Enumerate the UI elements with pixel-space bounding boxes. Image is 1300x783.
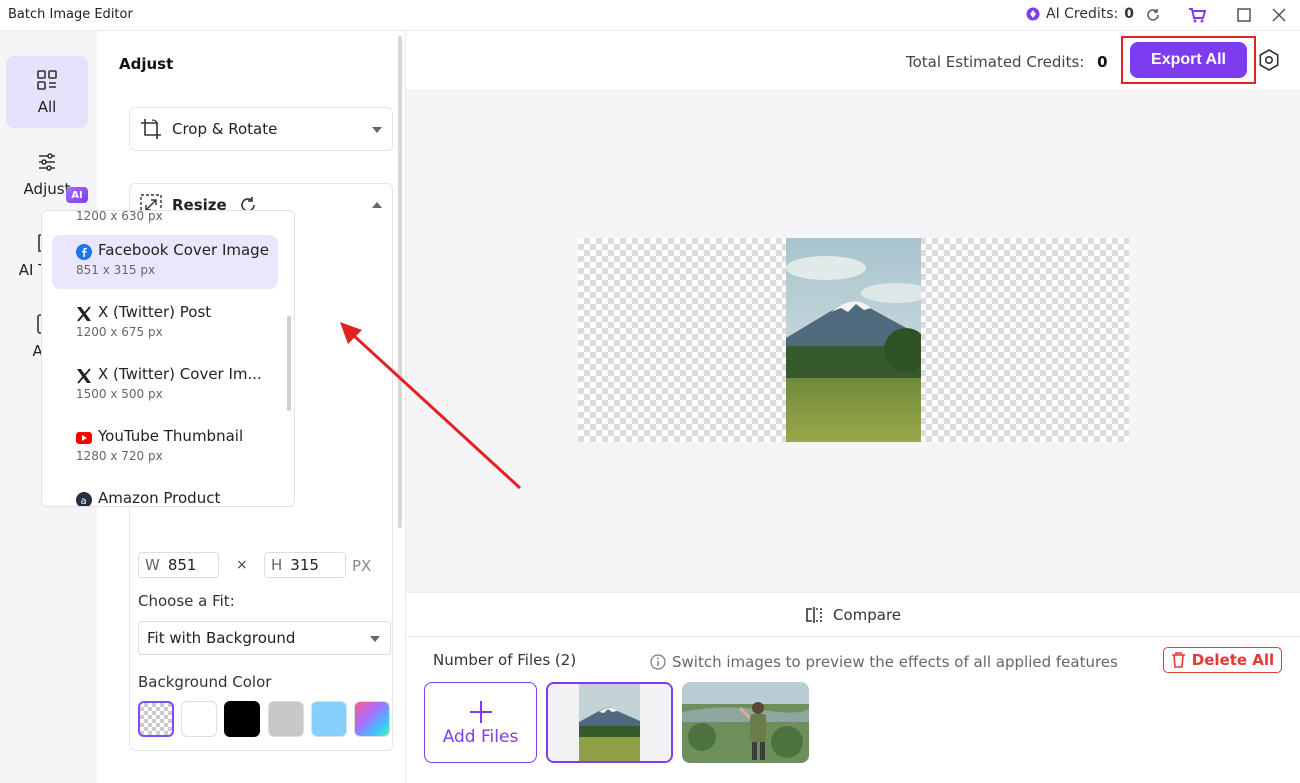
nav-adjust-label: Adjust <box>23 180 71 198</box>
delete-all-button[interactable]: Delete All <box>1163 647 1282 673</box>
preview-image <box>786 238 921 442</box>
total-credits-value: 0 <box>1097 53 1108 71</box>
export-all-button[interactable]: Export All <box>1130 42 1247 78</box>
width-value: 851 <box>167 556 197 574</box>
panel-title: Adjust <box>119 55 174 73</box>
add-files-label: Add Files <box>442 726 519 747</box>
maximize-icon[interactable] <box>1233 4 1255 26</box>
preset-size: 1500 x 500 px <box>76 387 163 401</box>
bg-color-label: Background Color <box>138 673 272 691</box>
fit-select[interactable]: Fit with Background <box>138 621 391 655</box>
swatch-transparent[interactable] <box>138 701 174 737</box>
files-hint: Switch images to preview the effects of … <box>650 653 1118 671</box>
fit-label: Choose a Fit: <box>138 592 235 610</box>
ai-credits: AI Credits: 0 <box>1026 6 1134 22</box>
swatch-gradient[interactable] <box>354 701 390 737</box>
trash-icon <box>1171 652 1185 668</box>
height-label: H <box>271 556 283 574</box>
grid-icon <box>37 70 57 90</box>
preset-item-youtube-thumbnail[interactable]: YouTube Thumbnail 1280 x 720 px <box>52 421 278 475</box>
close-icon[interactable] <box>1268 4 1290 26</box>
height-value: 315 <box>290 556 319 574</box>
preset-size: 1200 x 630 px <box>76 210 163 223</box>
chevron-down-icon <box>372 127 382 133</box>
delete-all-label: Delete All <box>1191 651 1275 669</box>
preset-name: X (Twitter) Post <box>98 303 212 321</box>
add-files-button[interactable]: Add Files <box>424 682 537 763</box>
preset-name: YouTube Thumbnail <box>98 427 244 445</box>
crop-rotate-label: Crop & Rotate <box>172 120 278 138</box>
resize-preset-list: 1200 x 630 px Facebook Cover Image 851 x… <box>41 210 295 507</box>
window-title: Batch Image Editor <box>8 7 133 22</box>
sliders-icon <box>39 153 55 171</box>
preset-name: X (Twitter) Cover Im... <box>98 365 262 383</box>
preset-item-facebook-cover[interactable]: Facebook Cover Image 851 x 315 px <box>52 235 278 289</box>
total-credits-label: Total Estimated Credits: <box>906 53 1085 71</box>
ai-credits-value: 0 <box>1124 6 1135 22</box>
nav-all-label: All <box>37 98 57 116</box>
fit-value: Fit with Background <box>147 629 296 647</box>
ai-credits-label: AI Credits: <box>1046 6 1119 22</box>
chevron-down-icon <box>370 636 380 642</box>
crop-rotate-section[interactable]: Crop & Rotate <box>129 107 393 151</box>
dimension-times: × <box>236 557 248 573</box>
swatch-white[interactable] <box>181 701 217 737</box>
preset-item-twitter-post[interactable]: X (Twitter) Post 1200 x 675 px <box>52 297 278 351</box>
ai-badge: AI <box>66 187 88 203</box>
preset-size: 1280 x 720 px <box>76 449 163 463</box>
files-hint-text: Switch images to preview the effects of … <box>672 653 1118 671</box>
height-input[interactable]: H 315 <box>264 552 346 578</box>
preset-size: 1200 x 675 px <box>76 325 163 339</box>
settings-icon[interactable] <box>1258 49 1280 71</box>
list-scrollbar[interactable] <box>287 316 291 411</box>
preset-name: Facebook Cover Image <box>98 241 269 259</box>
compare-label: Compare <box>832 605 902 624</box>
width-label: W <box>145 556 160 574</box>
file-thumbnail-2[interactable] <box>682 682 809 763</box>
chevron-up-icon[interactable] <box>372 202 382 208</box>
swatch-gray[interactable] <box>268 701 304 737</box>
unit-label: PX <box>352 557 372 575</box>
preset-item-amazon-product[interactable]: a Amazon Product <box>52 483 278 506</box>
width-input[interactable]: W 851 <box>138 552 219 578</box>
nav-all[interactable]: All <box>6 56 88 128</box>
file-thumbnail-1[interactable] <box>546 682 673 763</box>
plus-icon <box>469 700 492 723</box>
compare-bar[interactable]: Compare <box>406 592 1300 636</box>
ai-credit-gem-icon <box>1026 7 1040 21</box>
compare-icon <box>806 606 822 623</box>
info-icon <box>650 654 666 670</box>
crop-icon <box>141 119 161 139</box>
preset-size: 851 x 315 px <box>76 263 156 277</box>
preset-item-twitter-cover[interactable]: X (Twitter) Cover Im... 1500 x 500 px <box>52 359 278 413</box>
files-count: Number of Files (2) <box>433 651 577 669</box>
total-credits: Total Estimated Credits: 0 <box>906 53 1108 71</box>
swatch-black[interactable] <box>224 701 260 737</box>
cart-icon[interactable] <box>1186 4 1208 26</box>
preset-name: Amazon Product <box>98 489 221 507</box>
panel-scrollbar[interactable] <box>398 36 402 528</box>
refresh-icon[interactable] <box>1142 4 1164 26</box>
swatch-light-blue[interactable] <box>311 701 347 737</box>
